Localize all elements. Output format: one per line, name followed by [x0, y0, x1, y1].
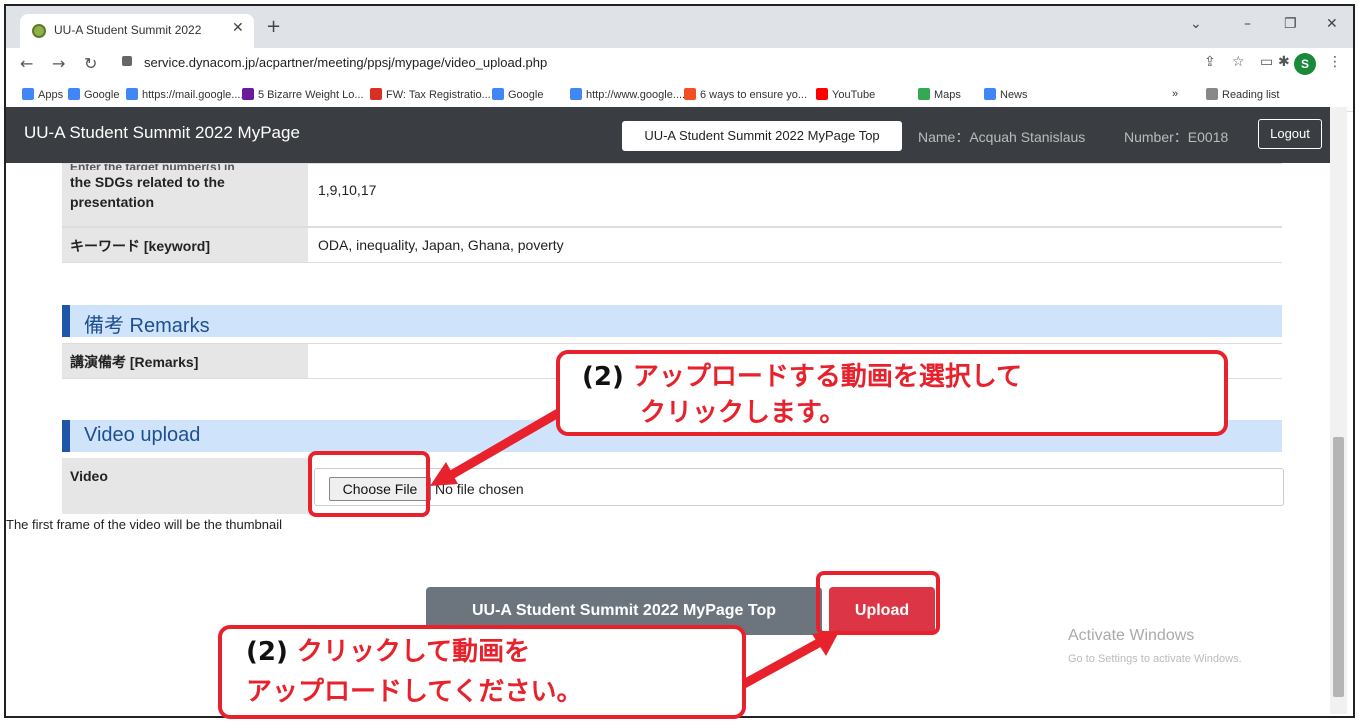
tab-search-icon[interactable]: ⌄ — [1190, 16, 1202, 32]
bookmark-item[interactable]: http://www.google.... — [570, 88, 685, 101]
bookmark-icon — [816, 88, 828, 100]
bookmark-item[interactable]: 5 Bizarre Weight Lo... — [242, 88, 364, 101]
bookmark-item[interactable]: Google — [68, 88, 119, 101]
bookmark-label: FW: Tax Registratio... — [386, 89, 491, 101]
bookmark-icon — [918, 88, 930, 100]
address-row: ← → ↻ service.dynacom.jp/acpartner/meeti… — [6, 48, 1353, 80]
bookmark-label: 5 Bizarre Weight Lo... — [258, 89, 364, 101]
back-icon[interactable]: ← — [20, 54, 33, 73]
bookmark-label: News — [1000, 89, 1028, 101]
file-status: No file chosen — [435, 481, 524, 497]
thumbnail-note: The first frame of the video will be the… — [6, 517, 283, 532]
tab-title: UU-A Student Summit 2022 — [54, 23, 202, 37]
bookmark-label: Google — [84, 89, 120, 101]
bookmark-icon — [684, 88, 696, 100]
bookmark-item[interactable]: YouTube — [816, 88, 875, 101]
bookmark-item[interactable]: Google — [492, 88, 543, 101]
remarks-title: 備考 Remarks — [84, 315, 210, 337]
bookmark-icon — [126, 88, 138, 100]
lock-icon — [122, 56, 132, 66]
annotation-select-line1: (2) アップロードする動画を選択して — [582, 360, 1022, 394]
bookmark-item[interactable]: Maps — [918, 88, 961, 101]
highlight-upload — [816, 571, 940, 635]
close-tab-icon[interactable]: ✕ — [232, 20, 244, 36]
logout-button[interactable]: Logout — [1258, 119, 1322, 149]
annotation-select-line2: クリックします。 — [640, 398, 846, 428]
activate-windows-title: Activate Windows — [1068, 627, 1195, 644]
activate-windows-subtitle: Go to Settings to activate Windows. — [1068, 653, 1242, 665]
bookmark-label: 6 ways to ensure yo... — [700, 89, 807, 101]
bookmark-label: https://mail.google.... — [142, 89, 244, 101]
keyword-value: ODA, inequality, Japan, Ghana, poverty — [318, 237, 564, 253]
sdg-label-line1: the SDGs related to the — [70, 174, 225, 190]
sdg-value: 1,9,10,17 — [318, 182, 377, 198]
sdg-row: Enter the target number(s) in the SDGs r… — [62, 163, 1282, 227]
annotation-upload-prefix: (2) — [246, 637, 288, 667]
annotation-callout-select: (2) アップロードする動画を選択して クリックします。 — [556, 350, 1228, 436]
bookmark-label: Apps — [38, 89, 64, 101]
keyword-label: キーワード [keyword] — [62, 228, 308, 262]
reading-list-label: Reading list — [1222, 89, 1280, 101]
reading-list[interactable]: Reading list — [1206, 88, 1279, 101]
share-icon[interactable]: ⇪ — [1204, 54, 1216, 70]
tab-bar: UU-A Student Summit 2022 ✕ + ⌄ – ❐ ✕ — [6, 6, 1353, 48]
sdg-label-line2: presentation — [70, 194, 155, 210]
menu-icon[interactable]: ⋮ — [1328, 54, 1342, 70]
annotation-upload-line1: (2) クリックして動画を — [246, 635, 530, 669]
reading-list-icon — [1206, 88, 1218, 100]
video-title: Video upload — [84, 424, 201, 446]
bookmark-icon — [68, 88, 80, 100]
user-number: Number：E0018 — [1124, 129, 1229, 145]
reload-icon[interactable]: ↻ — [84, 54, 97, 73]
bookmark-icon — [570, 88, 582, 100]
bookmark-icon — [984, 88, 996, 100]
address-bar[interactable]: service.dynacom.jp/acpartner/meeting/pps… — [116, 52, 1196, 76]
bookmark-item[interactable]: News — [984, 88, 1028, 101]
url-text[interactable]: service.dynacom.jp/acpartner/meeting/pps… — [144, 55, 547, 70]
browser-tab[interactable]: UU-A Student Summit 2022 ✕ — [20, 14, 254, 48]
close-window-icon[interactable]: ✕ — [1326, 16, 1338, 32]
remarks-section-header: 備考 Remarks — [62, 305, 1282, 337]
bookmark-item[interactable]: https://mail.google.... — [126, 88, 244, 101]
bookmark-icon — [22, 88, 34, 100]
bookmark-star-icon[interactable]: ☆ — [1232, 54, 1245, 70]
annotation-upload-text1: クリックして動画を — [296, 637, 531, 667]
sdg-label: Enter the target number(s) in the SDGs r… — [62, 164, 308, 226]
restore-icon[interactable]: ❐ — [1284, 16, 1297, 32]
bookmark-item[interactable]: Apps — [22, 88, 63, 101]
annotation-select-text1: アップロードする動画を選択して — [632, 362, 1023, 392]
annotation-callout-upload: (2) クリックして動画を アップロードしてください。 — [218, 625, 746, 719]
site-header: UU-A Student Summit 2022 MyPage UU-A Stu… — [6, 107, 1336, 163]
remarks-label: 講演備考 [Remarks] — [62, 344, 308, 378]
minimize-icon[interactable]: – — [1244, 16, 1251, 32]
bookmark-icon — [370, 88, 382, 100]
annotation-upload-line2: アップロードしてください。 — [246, 677, 583, 707]
bookmark-item[interactable]: FW: Tax Registratio... — [370, 88, 491, 101]
extension-icon[interactable]: ▭ — [1260, 54, 1273, 70]
bookmark-label: http://www.google.... — [586, 89, 686, 101]
bookmark-item[interactable]: 6 ways to ensure yo... — [684, 88, 807, 101]
mypage-top-button[interactable]: UU-A Student Summit 2022 MyPage Top — [622, 121, 902, 151]
scrollbar-thumb[interactable] — [1333, 437, 1344, 697]
sdg-label-cut: Enter the target number(s) in — [70, 164, 300, 170]
video-file-input[interactable]: Choose File No file chosen — [314, 468, 1284, 506]
profile-avatar[interactable]: S — [1294, 53, 1316, 75]
puzzle-icon[interactable]: ✱ — [1278, 54, 1290, 70]
bookmark-icon — [492, 88, 504, 100]
page-scrollbar[interactable] — [1330, 107, 1347, 714]
new-tab-icon[interactable]: + — [266, 16, 281, 37]
forward-icon[interactable]: → — [52, 54, 65, 73]
bookmark-label: Google — [508, 89, 544, 101]
highlight-choose-file — [308, 451, 430, 517]
bookmark-label: YouTube — [832, 89, 876, 101]
keyword-row: キーワード [keyword] ODA, inequality, Japan, … — [62, 227, 1282, 263]
bookmark-label: Maps — [934, 89, 961, 101]
bookmarks-more[interactable]: » — [1172, 88, 1178, 100]
user-name: Name：Acquah Stanislaus — [918, 129, 1086, 145]
video-label: Video — [62, 458, 308, 514]
bookmark-icon — [242, 88, 254, 100]
site-favicon-icon — [32, 24, 46, 38]
annotation-select-prefix: (2) — [582, 362, 624, 392]
site-brand[interactable]: UU-A Student Summit 2022 MyPage — [24, 123, 300, 143]
